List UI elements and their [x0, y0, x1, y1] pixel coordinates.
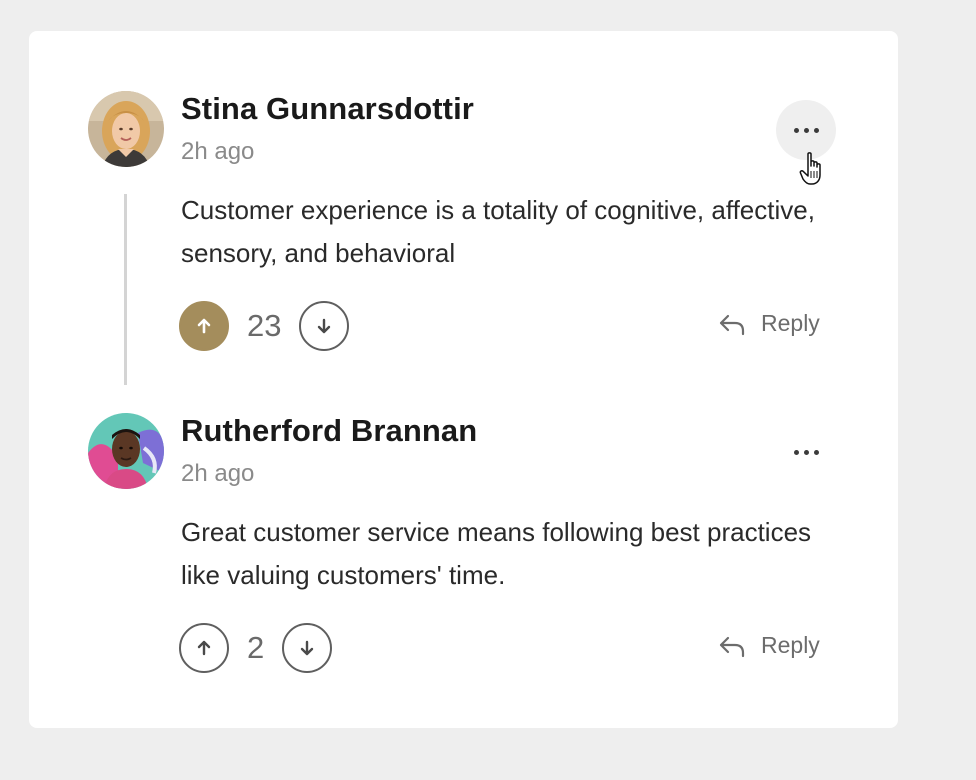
comment-author[interactable]: Stina Gunnarsdottir: [181, 91, 474, 127]
more-options-button[interactable]: [776, 422, 836, 482]
thread-line: [124, 194, 127, 385]
avatar-image-icon: [88, 413, 164, 489]
more-dot: [803, 127, 809, 133]
comments-card: Stina Gunnarsdottir 2h ago Customer expe…: [29, 31, 898, 728]
reply-arrow-icon: [719, 314, 745, 335]
downvote-button[interactable]: [299, 301, 350, 351]
comment-text: Customer experience is a totality of cog…: [181, 195, 815, 268]
comment-author[interactable]: Rutherford Brannan: [181, 413, 477, 449]
vote-count: 23: [247, 308, 282, 343]
more-horizontal-icon: [793, 127, 799, 133]
reply-button[interactable]: Reply: [717, 632, 820, 659]
vote-count: 2: [247, 630, 265, 665]
arrow-down-icon: [318, 318, 331, 334]
comment-timestamp: 2h ago: [181, 138, 255, 165]
more-options-button[interactable]: [776, 100, 836, 160]
vote-controls: 23: [179, 301, 350, 351]
reply-arrow-icon: [719, 636, 745, 657]
reply-button[interactable]: Reply: [717, 310, 820, 337]
arrow-up-icon: [197, 640, 211, 656]
vote-controls: 2: [179, 623, 333, 673]
more-dot: [803, 449, 809, 455]
comment-text: Great customer service means following b…: [181, 517, 812, 590]
arrow-up-icon: [197, 318, 211, 334]
avatar[interactable]: [88, 413, 164, 489]
upvote-button[interactable]: [179, 623, 229, 673]
avatar[interactable]: [88, 91, 164, 167]
upvote-button[interactable]: [179, 301, 229, 351]
more-dot: [813, 449, 819, 455]
more-horizontal-icon: [793, 449, 799, 455]
reply-label: Reply: [761, 632, 820, 658]
arrow-down-icon: [301, 640, 314, 656]
more-dot: [813, 127, 819, 133]
comment-timestamp: 2h ago: [181, 460, 255, 487]
reply-label: Reply: [761, 310, 820, 336]
avatar-image-icon: [88, 91, 164, 167]
downvote-button[interactable]: [282, 623, 333, 673]
